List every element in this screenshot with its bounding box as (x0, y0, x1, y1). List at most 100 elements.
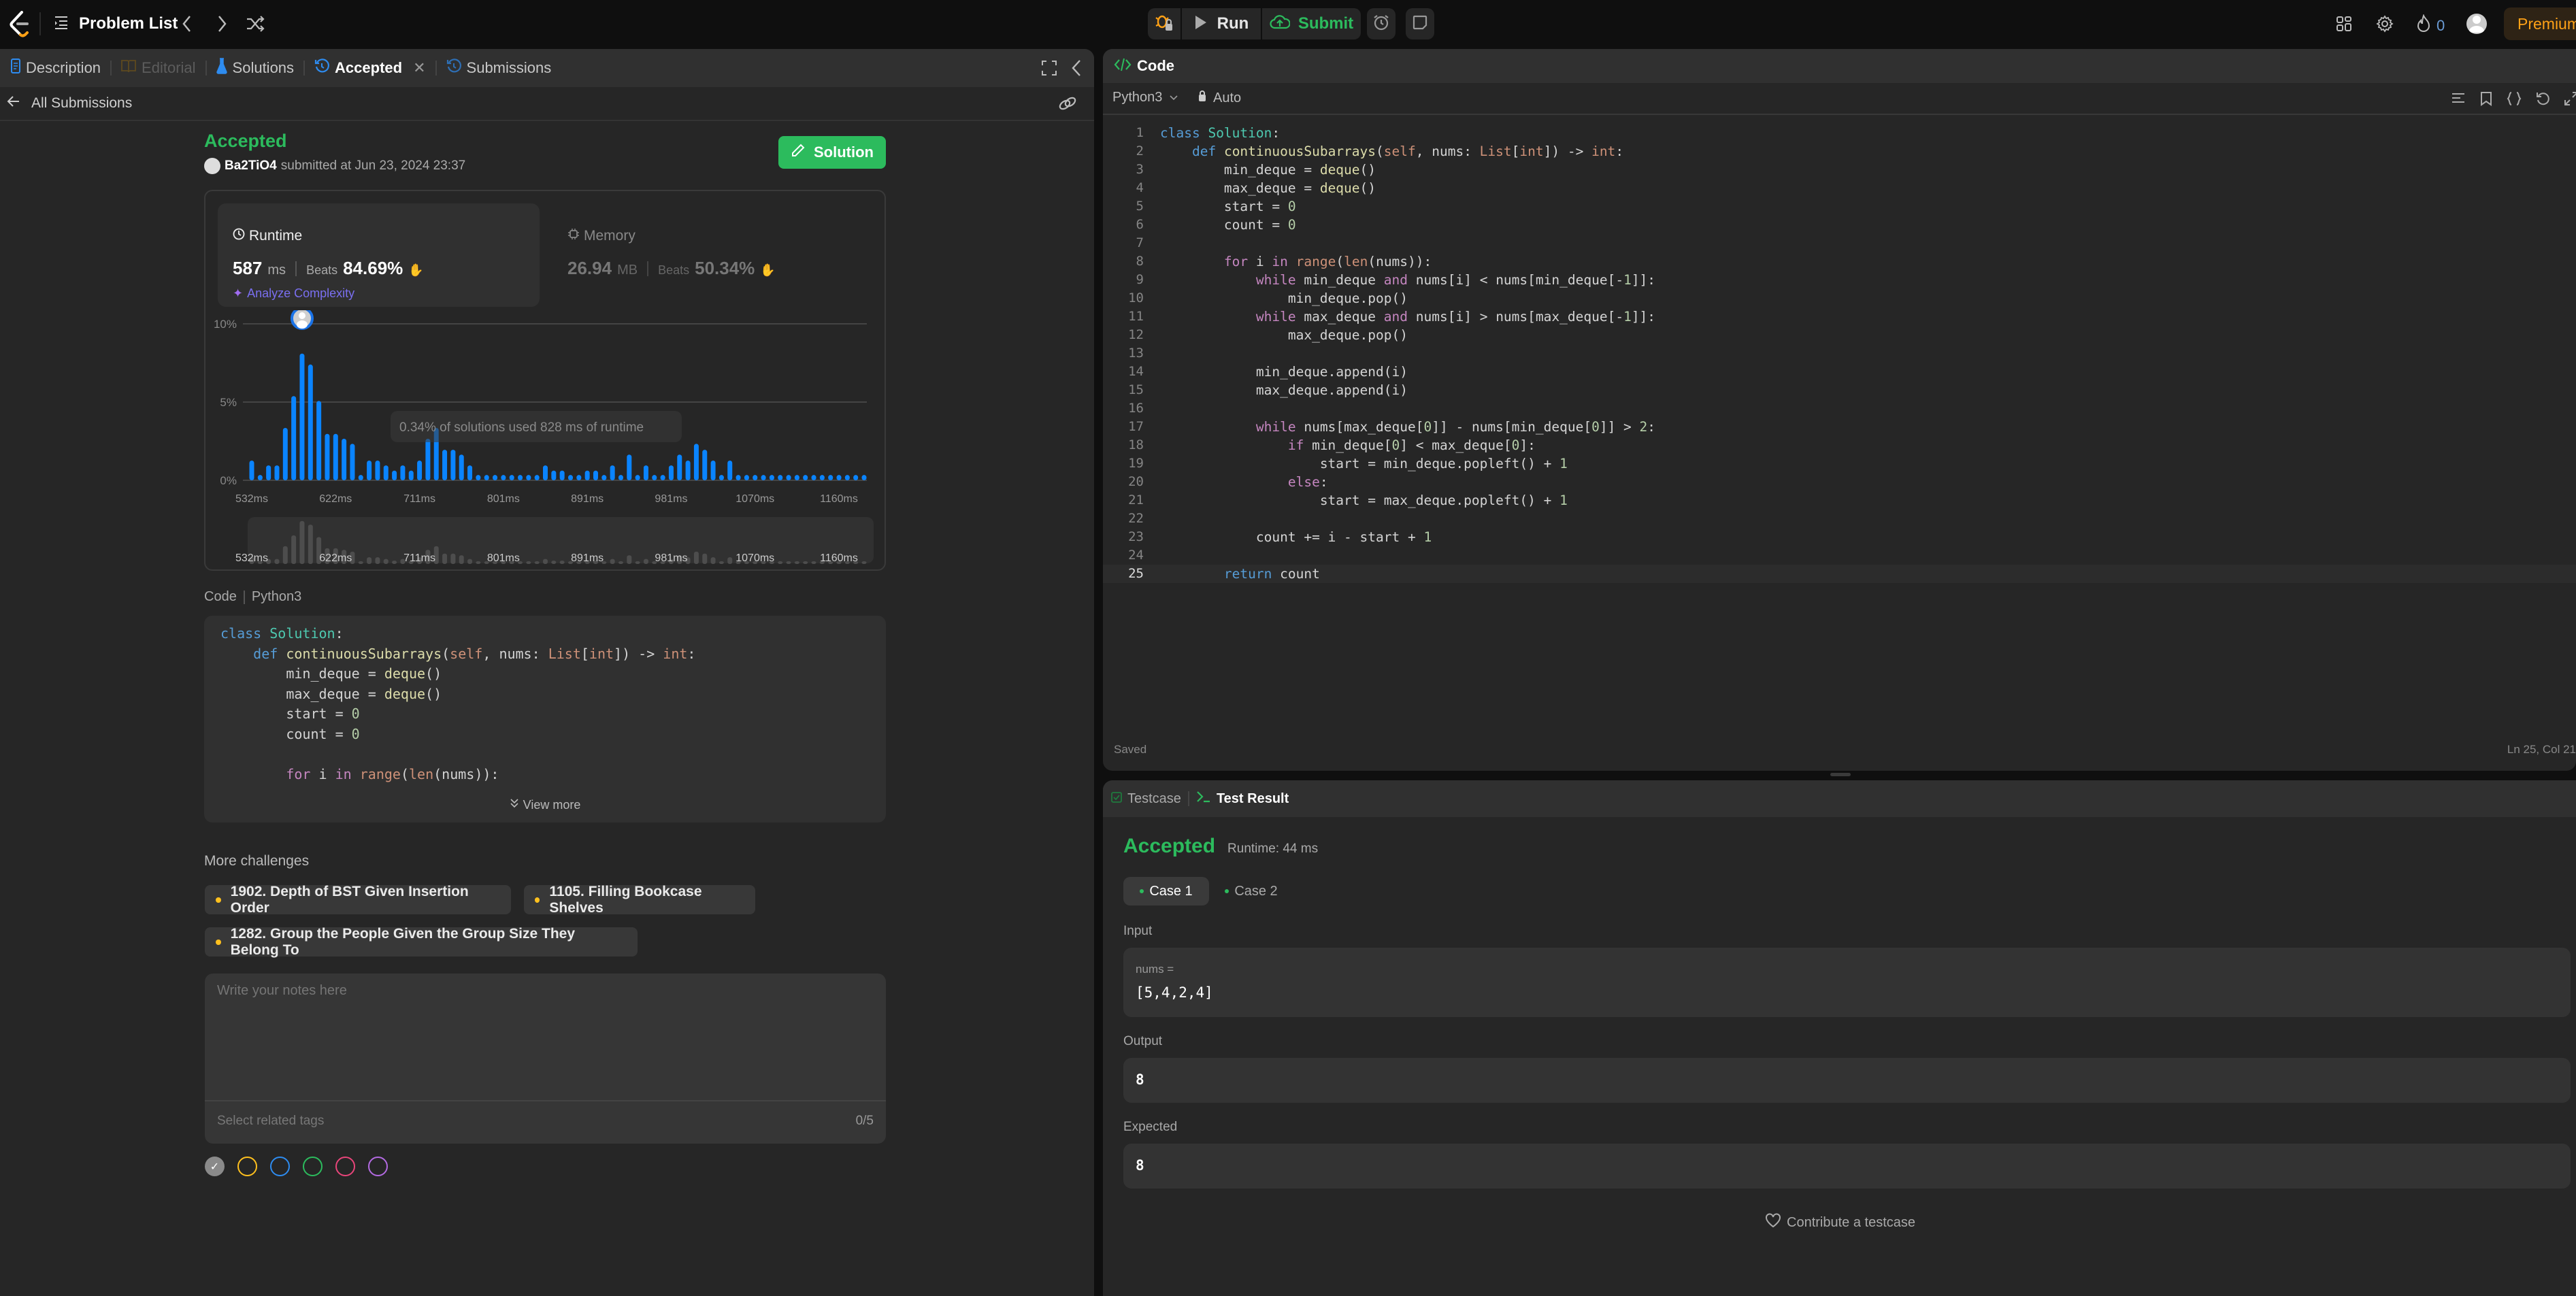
color-swatch[interactable] (335, 1157, 355, 1176)
case-tab-1[interactable]: Case 1 (1123, 877, 1209, 905)
next-problem-button[interactable] (215, 14, 229, 37)
challenge-label: 1902. Depth of BST Given Insertion Order (230, 883, 469, 916)
runtime-title-label: Runtime (249, 228, 303, 244)
color-swatch[interactable]: ✓ (205, 1157, 225, 1176)
challenge-chip[interactable]: 1282. Group the People Given the Group S… (205, 925, 638, 958)
overview-bar (719, 561, 724, 564)
line-number: 12 (1128, 327, 1144, 342)
editor-line: 25 return count (1103, 565, 2576, 583)
editor-line: 5 start = 0 (1103, 197, 2576, 216)
chart-bar (358, 475, 363, 480)
layout-button[interactable] (2336, 16, 2352, 35)
streak-counter[interactable]: 0 (2416, 14, 2445, 37)
tags-select[interactable]: Select related tags (217, 1114, 324, 1129)
braces-icon[interactable] (2507, 91, 2522, 110)
tab-testcase[interactable]: Testcase (1111, 780, 1188, 818)
view-more-button[interactable]: View more (204, 798, 886, 812)
tab-solutions[interactable]: Solutions (207, 49, 304, 87)
difficulty-dot (535, 897, 540, 903)
auto-mode-toggle[interactable]: Auto (1198, 90, 1241, 106)
runtime-card[interactable]: Runtime 587 ms Beats 84.69% ✋ ✦ Analyze … (218, 203, 540, 307)
overview-bar (551, 561, 557, 564)
line-number: 23 (1128, 529, 1144, 544)
notes-button[interactable] (1406, 8, 1434, 39)
line-number: 6 (1136, 217, 1144, 232)
debug-button[interactable] (1148, 8, 1180, 39)
maximize-icon (1041, 61, 1057, 79)
run-button[interactable]: Run (1182, 8, 1261, 39)
note-icon (1412, 14, 1428, 34)
close-tab-icon[interactable]: ✕ (413, 59, 425, 77)
contribute-testcase-button[interactable]: Contribute a testcase (1765, 1213, 1915, 1232)
user-avatar[interactable] (204, 158, 220, 174)
expand-icon[interactable] (2564, 91, 2576, 110)
timer-button[interactable] (1367, 8, 1396, 39)
chart-bar (668, 465, 674, 480)
chart-bar (299, 353, 305, 480)
challenge-chip[interactable]: 1902. Depth of BST Given Insertion Order (205, 883, 511, 916)
resize-handle[interactable] (1830, 773, 1851, 776)
runtime-beats-value: 84.69% (343, 258, 403, 278)
language-select[interactable]: Python3 (1112, 90, 1178, 105)
tab-description[interactable]: Description (1, 49, 110, 87)
editor-line: 3 min_deque = deque() (1103, 161, 2576, 179)
chevron-down-icon (1169, 90, 1178, 105)
line-number: 14 (1128, 364, 1144, 379)
divider (647, 261, 649, 276)
format-icon[interactable] (2451, 91, 2466, 110)
maximize-button[interactable] (1041, 60, 1057, 80)
tab-submissions[interactable]: Submissions (437, 49, 561, 87)
color-swatch[interactable] (368, 1157, 388, 1176)
random-problem-button[interactable] (245, 14, 265, 37)
color-swatch[interactable] (303, 1157, 323, 1176)
collapse-panel-button[interactable] (1070, 59, 1083, 81)
analyze-complexity-button[interactable]: ✦ Analyze Complexity (233, 286, 354, 301)
submit-button[interactable]: Submit (1262, 8, 1361, 39)
reset-icon[interactable] (2535, 91, 2550, 110)
line-code: while nums[max_deque[0]] - nums[min_dequ… (1255, 419, 1656, 435)
tab-editorial[interactable]: Editorial (112, 49, 205, 87)
tab-submissions-label: Submissions (466, 59, 552, 76)
prev-problem-button[interactable] (180, 14, 194, 37)
tab-solutions-label: Solutions (232, 59, 295, 76)
notes-input[interactable] (217, 983, 870, 1099)
pass-dot (1140, 889, 1144, 893)
case-tab-2[interactable]: Case 2 (1217, 877, 1285, 905)
tab-test-result[interactable]: Test Result (1189, 780, 1298, 818)
tab-editorial-label: Editorial (142, 59, 196, 76)
copy-link-icon[interactable] (1058, 95, 1077, 116)
note-color-picker: ✓ (205, 1157, 388, 1176)
overview-bar (476, 561, 481, 564)
color-swatch[interactable] (237, 1157, 257, 1176)
chart-bar (803, 475, 808, 480)
username-link[interactable]: Ba2TiO4 (225, 159, 277, 173)
divider (205, 1100, 886, 1101)
overview-tick-label: 1070ms (736, 552, 774, 564)
overview-bar (375, 557, 380, 564)
chart-bar (652, 475, 657, 480)
view-more-label: View more (523, 798, 581, 812)
problem-list-button[interactable]: Problem List (53, 11, 178, 37)
solution-button[interactable]: Solution (778, 136, 886, 169)
bookmark-icon[interactable] (2479, 91, 2493, 110)
edit-icon (791, 143, 806, 162)
user-avatar[interactable] (2466, 14, 2487, 34)
leetcode-logo[interactable] (8, 10, 35, 38)
overview-bar (450, 553, 456, 564)
settings-button[interactable] (2376, 15, 2394, 36)
chart-bar (342, 438, 347, 480)
all-submissions-link[interactable]: All Submissions (0, 87, 1094, 121)
tab-test-result-label: Test Result (1216, 791, 1289, 806)
double-chevron-down-icon (510, 798, 519, 812)
premium-button[interactable]: Premium (2504, 7, 2576, 40)
challenge-label: 1282. Group the People Given the Group S… (230, 925, 576, 958)
tab-accepted[interactable]: Accepted ✕ (305, 49, 435, 87)
color-swatch[interactable] (270, 1157, 290, 1176)
divider (243, 590, 245, 604)
challenge-chip[interactable]: 1105. Filling Bookcase Shelves (524, 884, 755, 916)
code-preview-line: for i in range(len(nums)): (286, 765, 499, 782)
memory-card[interactable]: Memory 26.94 MB Beats 50.34% ✋ (552, 203, 874, 307)
runtime-distribution-chart[interactable]: 10% 5% 0% 532ms 622ms 711ms 801ms 891ms 981ms 107… (205, 310, 887, 572)
chart-bar (257, 475, 263, 480)
code-section-header: Code Python3 (204, 589, 301, 605)
